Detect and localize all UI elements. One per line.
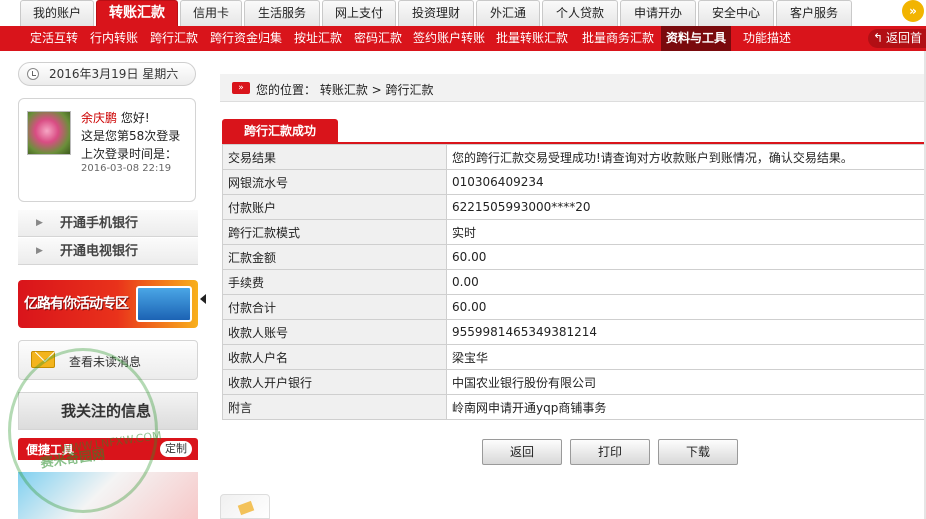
tab-personal-loan[interactable]: 个人贷款 xyxy=(542,0,618,26)
row-value: 中国农业银行股份有限公司 xyxy=(446,369,926,395)
sub-navigation: 定活互转 行内转账 跨行汇款 跨行资金归集 按址汇款 密码汇款 签约账户转账 批… xyxy=(0,26,926,51)
tab-forex[interactable]: 外汇通 xyxy=(476,0,540,26)
table-row: 手续费 0.00 xyxy=(222,269,926,295)
row-label: 收款人账号 xyxy=(222,319,447,345)
row-label: 网银流水号 xyxy=(222,169,447,195)
tab-investment[interactable]: 投资理财 xyxy=(398,0,474,26)
table-row: 交易结果 您的跨行汇款交易受理成功!请查询对方收款账户到账情况，确认交易结果。 xyxy=(222,144,926,170)
sidebar-item-label: 开通手机银行 xyxy=(60,216,139,231)
user-greeting: 余庆鹏 您好! xyxy=(81,109,150,126)
table-row: 收款人户名 梁宝华 xyxy=(222,344,926,370)
table-row: 网银流水号 010306409234 xyxy=(222,169,926,195)
tab-customer-service[interactable]: 客户服务 xyxy=(776,0,852,26)
row-value: 6221505993000****20 xyxy=(446,194,926,220)
table-row: 收款人开户银行 中国农业银行股份有限公司 xyxy=(222,369,926,395)
breadcrumb-arrow-icon: » xyxy=(232,82,250,94)
top-navigation: 我的账户 转账汇款 信用卡 生活服务 网上支付 投资理财 外汇通 个人贷款 申请… xyxy=(0,0,926,26)
table-row: 汇款金额 60.00 xyxy=(222,244,926,270)
row-label: 汇款金额 xyxy=(222,244,447,270)
row-label: 交易结果 xyxy=(222,144,447,170)
subnav-item[interactable]: 批量商务汇款 xyxy=(582,26,654,51)
back-arrow-icon: ↰ xyxy=(872,31,884,45)
login-count: 这是您第58次登录 xyxy=(81,129,181,143)
subnav-item[interactable]: 功能描述 xyxy=(743,26,791,51)
greeting-text: 您好! xyxy=(120,111,150,125)
subnav-item[interactable]: 定活互转 xyxy=(30,26,78,51)
row-value: 梁宝华 xyxy=(446,344,926,370)
row-value: 您的跨行汇款交易受理成功!请查询对方收款账户到账情况，确认交易结果。 xyxy=(446,144,926,170)
row-value: 实时 xyxy=(446,219,926,245)
tab-my-account[interactable]: 我的账户 xyxy=(20,0,94,26)
subnav-item[interactable]: 密码汇款 xyxy=(354,26,402,51)
user-name: 余庆鹏 xyxy=(81,111,118,125)
subnav-item[interactable]: 行内转账 xyxy=(90,26,138,51)
last-login-time: 2016-03-08 22:19 xyxy=(81,163,172,174)
table-row: 附言 岭南网申请开通yqp商铺事务 xyxy=(222,394,926,420)
subnav-item[interactable]: 按址汇款 xyxy=(294,26,342,51)
subnav-item-active[interactable]: 资料与工具 xyxy=(661,26,732,51)
section-title: 跨行汇款成功 xyxy=(222,119,338,143)
back-home-button[interactable]: ↰ 返回首 xyxy=(867,29,926,48)
row-label: 附言 xyxy=(222,394,447,420)
row-label: 付款合计 xyxy=(222,294,447,320)
row-label: 收款人开户银行 xyxy=(222,369,447,395)
row-value: 010306409234 xyxy=(446,169,926,195)
table-row: 收款人账号 9559981465349381214 xyxy=(222,319,926,345)
tab-life-services[interactable]: 生活服务 xyxy=(244,0,320,26)
row-label: 收款人户名 xyxy=(222,344,447,370)
download-button[interactable]: 下载 xyxy=(658,439,738,465)
subnav-item[interactable]: 跨行资金归集 xyxy=(210,26,282,51)
sidebar-item-tv-banking[interactable]: ▶ 开通电视银行 xyxy=(18,238,198,265)
date-bar: 2016年3月19日 星期六 xyxy=(18,62,196,86)
print-button[interactable]: 打印 xyxy=(570,439,650,465)
promo-text: 亿路有你活动专区 xyxy=(24,296,129,312)
last-login-label: 上次登录时间是： xyxy=(81,147,178,161)
table-row: 付款合计 60.00 xyxy=(222,294,926,320)
back-button[interactable]: 返回 xyxy=(482,439,562,465)
tab-credit-card[interactable]: 信用卡 xyxy=(180,0,242,26)
sidebar-item-mobile-banking[interactable]: ▶ 开通手机银行 xyxy=(18,210,198,237)
row-label: 付款账户 xyxy=(222,194,447,220)
more-tabs-icon[interactable]: » xyxy=(902,0,924,22)
triangle-right-icon: ▶ xyxy=(36,218,43,228)
tab-online-payment[interactable]: 网上支付 xyxy=(322,0,396,26)
note-icon xyxy=(220,494,270,519)
collapse-sidebar-icon[interactable] xyxy=(200,292,208,306)
clock-icon xyxy=(27,68,39,80)
row-value: 60.00 xyxy=(446,244,926,270)
subnav-item[interactable]: 跨行汇款 xyxy=(150,26,198,51)
triangle-right-icon: ▶ xyxy=(36,246,43,256)
row-value: 0.00 xyxy=(446,269,926,295)
row-label: 手续费 xyxy=(222,269,447,295)
promo-banner[interactable]: 亿路有你活动专区 xyxy=(18,280,198,328)
promo-art xyxy=(136,286,192,322)
followed-info[interactable]: 我关注的信息 xyxy=(18,392,198,430)
row-value: 岭南网申请开通yqp商铺事务 xyxy=(446,394,926,420)
tab-security-center[interactable]: 安全中心 xyxy=(698,0,774,26)
ad-image[interactable] xyxy=(18,472,198,519)
envelope-icon xyxy=(31,351,55,368)
subnav-item[interactable]: 签约账户转账 xyxy=(413,26,485,51)
unread-messages[interactable]: 查看未读消息 xyxy=(18,340,198,380)
current-date: 2016年3月19日 星期六 xyxy=(49,67,179,81)
breadcrumb-text: 您的位置： 转账汇款 > 跨行汇款 xyxy=(256,83,434,97)
row-value: 60.00 xyxy=(446,294,926,320)
user-panel: 余庆鹏 您好! 这是您第58次登录 上次登录时间是： 2016-03-08 22… xyxy=(18,98,196,202)
unread-messages-label: 查看未读消息 xyxy=(69,355,142,369)
table-row: 付款账户 6221505993000****20 xyxy=(222,194,926,220)
tab-transfer[interactable]: 转账汇款 xyxy=(96,0,178,26)
avatar xyxy=(27,111,71,155)
row-label: 跨行汇款模式 xyxy=(222,219,447,245)
breadcrumb: » 您的位置： 转账汇款 > 跨行汇款 xyxy=(220,74,926,102)
sidebar-item-label: 开通电视银行 xyxy=(60,244,139,259)
row-value: 9559981465349381214 xyxy=(446,319,926,345)
tab-apply[interactable]: 申请开办 xyxy=(620,0,696,26)
customize-button[interactable]: 定制 xyxy=(160,441,192,457)
table-row: 跨行汇款模式 实时 xyxy=(222,219,926,245)
back-home-label: 返回首 xyxy=(885,31,922,45)
result-table: 交易结果 您的跨行汇款交易受理成功!请查询对方收款账户到账情况，确认交易结果。 网银… xyxy=(222,144,926,420)
subnav-item[interactable]: 批量转账汇款 xyxy=(496,26,568,51)
